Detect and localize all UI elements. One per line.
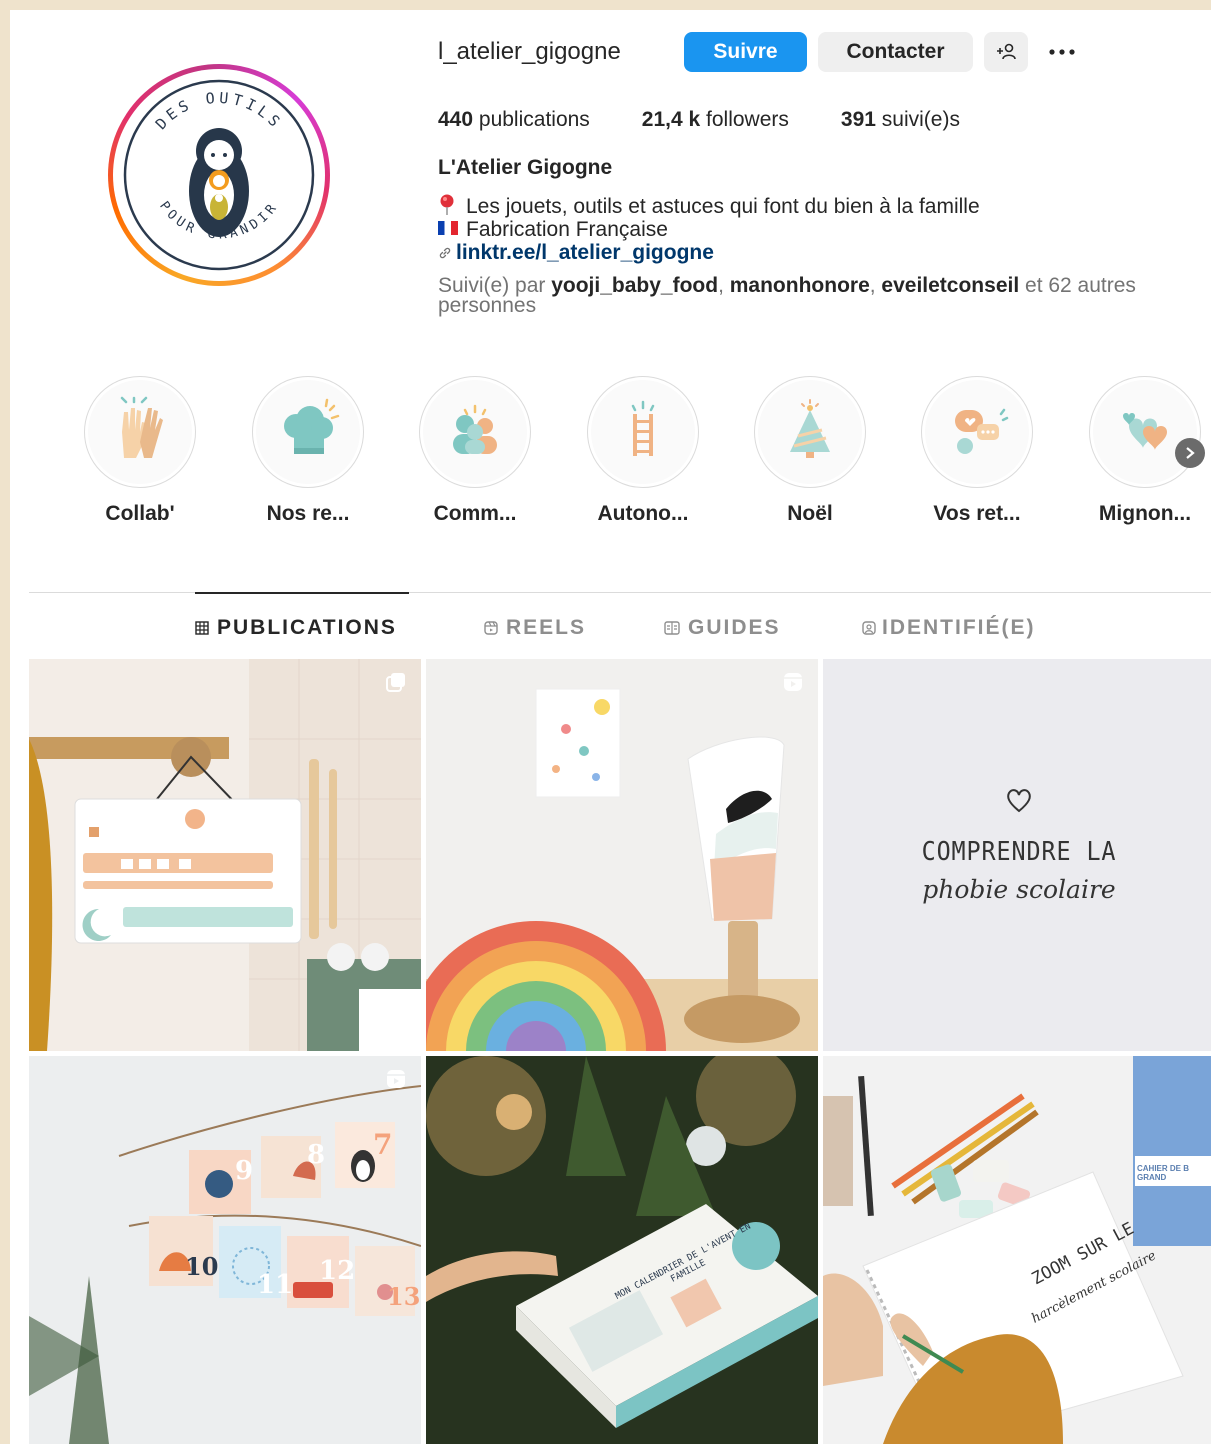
chat-bubble-icon	[955, 408, 1009, 454]
day-number: 8	[307, 1140, 326, 1170]
bio-line-2: Fabrication Française	[438, 218, 980, 241]
day-number: 11	[257, 1270, 294, 1300]
highlight-community[interactable]: Comm...	[419, 376, 531, 526]
christmas-tree-icon	[790, 399, 830, 458]
post-tile[interactable]	[426, 659, 818, 1051]
pushpin-icon	[440, 194, 454, 215]
tab-tagged[interactable]: IDENTIFIÉ(E)	[862, 616, 1036, 640]
stat-following[interactable]: 391 suivi(e)s	[841, 108, 960, 132]
post-image	[426, 1056, 818, 1444]
highlight-collab[interactable]: Collab'	[84, 376, 196, 526]
link-icon	[439, 247, 451, 259]
carousel-icon	[386, 673, 405, 692]
profile-full-name: L'Atelier Gigogne	[438, 156, 613, 179]
suggest-users-button[interactable]	[984, 32, 1028, 72]
highlights-next-button[interactable]	[1175, 438, 1205, 468]
instagram-profile-page: DES OUTILS POUR GRANDIR l_atelier_gigogn…	[10, 10, 1211, 1444]
hearts-icon	[1123, 413, 1167, 450]
profile-bio: Les jouets, outils et astuces qui font d…	[438, 194, 980, 264]
highlight-autonomy[interactable]: Autono...	[587, 376, 699, 526]
day-number: 7	[373, 1128, 393, 1161]
follow-button[interactable]: Suivre	[684, 32, 807, 72]
highlight-label: Noël	[787, 502, 833, 525]
post-title: COMPRENDRE LA	[921, 837, 1117, 867]
chef-hat-icon	[284, 398, 340, 454]
stat-publications: 440 publications	[438, 108, 590, 131]
post-image	[426, 659, 818, 1051]
reels-icon	[484, 621, 498, 635]
day-number: 10	[185, 1252, 219, 1281]
highlight-recipes[interactable]: Nos re...	[252, 376, 364, 526]
active-tab-indicator	[195, 592, 409, 594]
post-image	[29, 1056, 421, 1444]
post-tile[interactable]: MON CALENDRIER DE L'AVENT EN FAMILLE	[426, 1056, 818, 1444]
add-user-icon	[997, 43, 1016, 60]
profile-username: l_atelier_gigogne	[438, 38, 621, 65]
french-flag-icon	[438, 221, 458, 235]
ladder-icon	[631, 400, 655, 456]
stat-followers[interactable]: 21,4 k followers	[642, 108, 789, 132]
highlight-label: Vos ret...	[933, 502, 1021, 525]
profile-avatar[interactable]: DES OUTILS POUR GRANDIR	[108, 64, 330, 286]
tab-publications[interactable]: PUBLICATIONS	[195, 616, 397, 640]
day-number: 9	[235, 1156, 254, 1186]
post-tile[interactable]: 9 8 7 10 11 12 13	[29, 1056, 421, 1444]
high-five-icon	[120, 396, 163, 458]
post-tile[interactable]	[29, 659, 421, 1051]
day-number: 12	[319, 1256, 356, 1286]
post-subtitle: phobie scolaire	[922, 875, 1116, 904]
followed-by[interactable]: Suivi(e) par yooji_baby_food, manonhonor…	[438, 275, 1198, 316]
bio-line-1: Les jouets, outils et astuces qui font d…	[438, 194, 980, 218]
more-icon	[1049, 49, 1075, 55]
contact-button[interactable]: Contacter	[818, 32, 973, 72]
reel-icon	[784, 673, 802, 691]
post-image	[29, 659, 421, 1051]
tab-reels[interactable]: REELS	[484, 616, 586, 640]
highlight-feedback[interactable]: Vos ret...	[921, 376, 1033, 526]
post-tile[interactable]: CAHIER DE B GRAND ZOOM SUR LE harcèlemen…	[823, 1056, 1211, 1444]
guides-icon	[664, 621, 680, 635]
chevron-right-icon	[1186, 447, 1195, 459]
highlight-label: Mignon...	[1098, 502, 1192, 525]
highlight-christmas[interactable]: Noël	[754, 376, 866, 526]
reel-icon	[387, 1070, 405, 1088]
brand-logo: DES OUTILS POUR GRANDIR	[123, 79, 315, 271]
bio-link[interactable]: linktr.ee/l_atelier_gigogne	[438, 241, 980, 264]
highlight-label: Autono...	[597, 502, 689, 525]
highlight-label: Nos re...	[266, 502, 350, 525]
notebook-label: CAHIER DE B GRAND	[1137, 1164, 1190, 1182]
profile-stats: 440 publications 21,4 k followers 391 su…	[438, 108, 1012, 132]
more-options-button[interactable]	[1040, 32, 1084, 72]
highlight-label: Collab'	[105, 502, 175, 525]
post-tile[interactable]: COMPRENDRE LA phobie scolaire	[823, 659, 1211, 1051]
day-number: 13	[387, 1282, 421, 1311]
grid-icon	[195, 621, 209, 635]
highlight-label: Comm...	[433, 502, 517, 525]
tab-guides[interactable]: GUIDES	[664, 616, 781, 640]
heart-outline-icon	[1007, 789, 1031, 813]
community-icon	[453, 404, 497, 454]
tagged-icon	[862, 621, 876, 635]
